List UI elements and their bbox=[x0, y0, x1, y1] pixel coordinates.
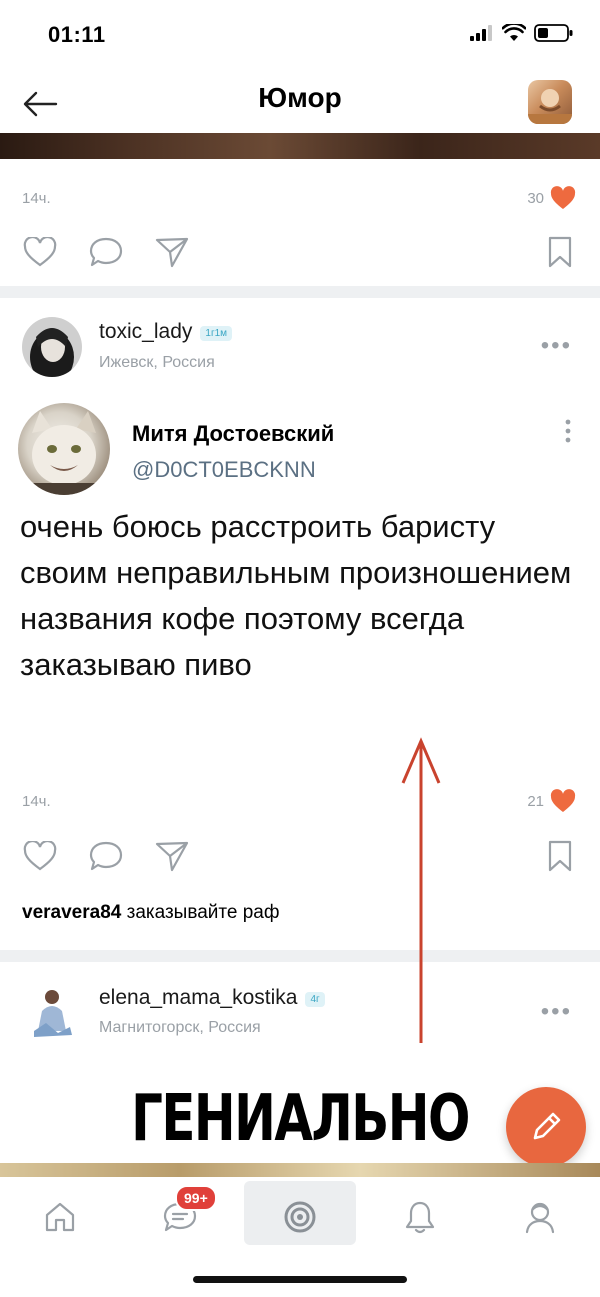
post-time: 14ч. bbox=[22, 190, 51, 207]
post-divider bbox=[0, 286, 600, 298]
bookmark-button[interactable] bbox=[540, 232, 580, 272]
cat-image bbox=[18, 411, 110, 495]
author-location: Магнитогорск, Россия bbox=[99, 1019, 261, 1036]
like-count[interactable]: 30 bbox=[527, 186, 576, 210]
like-button[interactable] bbox=[20, 232, 60, 272]
post-actions bbox=[20, 836, 580, 876]
top-comment[interactable]: veravera84 заказывайте раф bbox=[22, 902, 280, 924]
community-avatar[interactable] bbox=[528, 80, 572, 124]
create-post-button[interactable] bbox=[506, 1087, 586, 1167]
tweet-author-avatar bbox=[18, 403, 110, 495]
heart-filled-icon bbox=[550, 186, 576, 209]
avatar-image bbox=[528, 89, 572, 124]
bell-icon bbox=[405, 1201, 435, 1234]
profile-icon bbox=[525, 1202, 555, 1234]
heart-filled-icon bbox=[550, 789, 576, 812]
heart-outline-icon bbox=[23, 841, 57, 871]
previous-post-image[interactable] bbox=[0, 133, 600, 159]
tweet-author-handle: @D0CT0EBCKNN bbox=[132, 457, 316, 482]
account-age-badge: 4г bbox=[305, 992, 325, 1008]
comment-button[interactable] bbox=[86, 232, 126, 272]
author-location: Ижевск, Россия bbox=[99, 354, 215, 371]
like-count[interactable]: 21 bbox=[527, 789, 576, 813]
target-icon bbox=[284, 1201, 316, 1233]
post-time: 14ч. bbox=[22, 793, 51, 810]
avatar-image bbox=[22, 317, 82, 377]
send-icon bbox=[155, 841, 189, 872]
tab-home[interactable] bbox=[25, 1187, 95, 1247]
status-time: 01:11 bbox=[48, 22, 106, 47]
overlay-caption: ГЕНИАЛЬНО bbox=[131, 1082, 470, 1156]
share-button[interactable] bbox=[152, 232, 192, 272]
home-indicator bbox=[193, 1276, 407, 1283]
author-name-row[interactable]: toxic_lady 1г1м bbox=[99, 320, 233, 344]
messages-badge: 99+ bbox=[175, 1185, 217, 1211]
more-options-icon[interactable]: ••• bbox=[541, 998, 572, 1026]
like-count-value: 30 bbox=[527, 189, 544, 207]
bookmark-button[interactable] bbox=[540, 836, 580, 876]
tweet-text: очень боюсь расстроить баристу своим неп… bbox=[20, 509, 572, 682]
page-title: Юмор bbox=[258, 82, 342, 113]
signal-icon bbox=[470, 25, 492, 41]
author-username[interactable]: toxic_lady bbox=[99, 320, 192, 343]
status-icons bbox=[470, 24, 574, 42]
share-button[interactable] bbox=[152, 836, 192, 876]
tab-notifications[interactable] bbox=[385, 1187, 455, 1247]
account-age-badge: 1г1м bbox=[200, 326, 233, 342]
tweet-author-name: Митя Достоевский bbox=[132, 421, 335, 446]
tab-profile[interactable] bbox=[505, 1187, 575, 1247]
bookmark-icon bbox=[548, 840, 572, 872]
arrow-up-icon bbox=[401, 737, 441, 1043]
author-username[interactable]: elena_mama_kostika bbox=[99, 986, 297, 1009]
send-icon bbox=[155, 237, 189, 268]
battery-icon bbox=[534, 24, 573, 42]
author-avatar[interactable] bbox=[22, 983, 82, 1043]
tab-feed[interactable] bbox=[265, 1187, 335, 1247]
like-count-value: 21 bbox=[527, 792, 544, 810]
home-icon bbox=[45, 1202, 75, 1232]
bookmark-icon bbox=[548, 236, 572, 268]
heart-outline-icon bbox=[23, 237, 57, 267]
comment-text: заказывайте раф bbox=[126, 902, 280, 923]
more-options-icon[interactable]: ••• bbox=[541, 332, 572, 360]
next-post-image[interactable] bbox=[0, 1163, 600, 1177]
wifi-icon bbox=[502, 24, 526, 41]
comment-username[interactable]: veravera84 bbox=[22, 902, 121, 923]
comment-button[interactable] bbox=[86, 836, 126, 876]
author-avatar[interactable] bbox=[22, 317, 82, 377]
like-button[interactable] bbox=[20, 836, 60, 876]
comment-icon bbox=[89, 841, 123, 871]
comment-icon bbox=[89, 237, 123, 267]
avatar-image bbox=[34, 990, 72, 1037]
author-name-row[interactable]: elena_mama_kostika 4г bbox=[99, 986, 325, 1010]
pencil-icon bbox=[533, 1112, 561, 1140]
post-actions bbox=[20, 232, 580, 272]
tweet-more-icon bbox=[565, 419, 571, 443]
post-divider bbox=[0, 950, 600, 962]
